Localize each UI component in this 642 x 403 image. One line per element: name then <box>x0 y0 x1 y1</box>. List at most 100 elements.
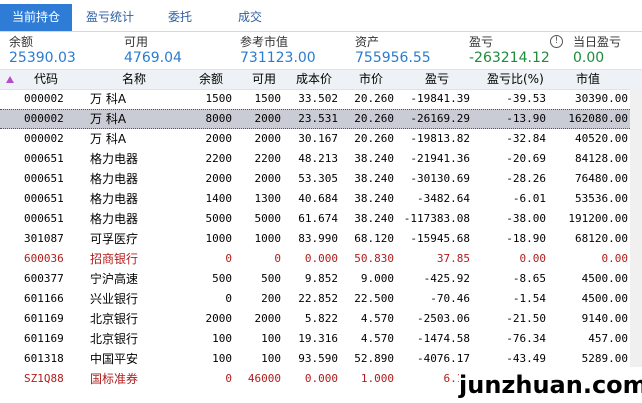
cell-profit-loss-ratio: -76.34 <box>506 332 546 345</box>
table-row[interactable]: 301087 可孚医疗 1000 1000 83.990 68.120 -15945.68 -… <box>0 229 642 249</box>
summary-balance: 余额 25390.03 <box>9 34 76 66</box>
cell-market-value: 40520.00 <box>575 132 628 145</box>
column-header-market-price[interactable]: 市价 <box>359 70 383 89</box>
cell-available: 500 <box>261 272 281 285</box>
cell-available: 0 <box>274 252 281 265</box>
cell-code: 000002 <box>24 112 64 125</box>
table-row[interactable]: 000651 格力电器 1400 1300 40.684 38.240 -3482.64 -6… <box>0 189 642 209</box>
summary-daily-profit-loss: 当日盈亏 0.00 <box>573 34 621 66</box>
cell-name: 格力电器 <box>90 172 139 186</box>
table-row[interactable]: 000651 格力电器 5000 5000 61.674 38.240 -117383.08… <box>0 209 642 229</box>
cell-cost-price: 33.502 <box>298 92 338 105</box>
cell-available: 100 <box>261 352 281 365</box>
cell-market-value: 5289.00 <box>581 352 628 365</box>
cell-market-price: 68.120 <box>354 232 394 245</box>
table-row[interactable]: 000002 万 科A 1500 1500 33.502 20.260 -19841.39 -… <box>0 89 642 109</box>
tab-profit-loss-stats[interactable]: 盈亏统计 <box>78 6 142 29</box>
table-row[interactable]: 000002 万 科A 8000 2000 23.531 20.260 -26169.29 -… <box>0 109 642 129</box>
table-row[interactable]: 600377 宁沪高速 500 500 9.852 9.000 -425.92 -8.65 45… <box>0 269 642 289</box>
cell-profit-loss: -19813.82 <box>410 132 470 145</box>
cell-market-value: 84128.00 <box>575 152 628 165</box>
tab-bar: 当前持仓 盈亏统计 委托 成交 <box>0 0 642 32</box>
cell-cost-price: 22.852 <box>298 292 338 305</box>
column-header-code[interactable]: 代码 <box>34 70 58 89</box>
cell-balance: 1000 <box>205 232 233 245</box>
cell-available: 1000 <box>254 232 282 245</box>
cell-cost-price: 53.305 <box>298 172 338 185</box>
cell-profit-loss: -3482.64 <box>417 192 470 205</box>
cell-name: 万 科A <box>90 92 127 106</box>
table-row[interactable]: 601166 兴业银行 0 200 22.852 22.500 -70.46 -1.54 450… <box>0 289 642 309</box>
column-header-available[interactable]: 可用 <box>252 70 276 89</box>
cell-available: 2000 <box>254 172 282 185</box>
cell-profit-loss-ratio: -8.65 <box>512 272 546 285</box>
summary-label: 余额 <box>9 35 34 49</box>
cell-balance: 2000 <box>205 132 233 145</box>
table-row[interactable]: 601169 北京银行 2000 2000 5.822 4.570 -2503.06 -21.… <box>0 309 642 329</box>
table-row[interactable]: 000651 格力电器 2000 2000 53.305 38.240 -30130.69 -… <box>0 169 642 189</box>
summary-value: 0.00 <box>573 50 605 66</box>
cell-market-value: 4500.00 <box>581 292 628 305</box>
cell-name: 宁沪高速 <box>90 272 139 286</box>
cell-name: 可孚医疗 <box>90 232 139 246</box>
cell-code: 000651 <box>24 152 64 165</box>
column-header-name[interactable]: 名称 <box>122 70 146 89</box>
cell-market-price: 38.240 <box>354 192 394 205</box>
cell-cost-price: 48.213 <box>298 152 338 165</box>
sort-indicator-icon[interactable] <box>6 76 14 83</box>
cell-code: 600036 <box>24 252 64 265</box>
column-header-profit-loss-ratio[interactable]: 盈亏比(%) <box>487 70 544 89</box>
cell-market-price: 20.260 <box>354 132 394 145</box>
tab-current-positions[interactable]: 当前持仓 <box>0 4 72 31</box>
column-header-cost-price[interactable]: 成本价 <box>296 70 332 89</box>
table-row[interactable]: 000651 格力电器 2200 2200 48.213 38.240 -21941.36 -… <box>0 149 642 169</box>
cell-market-value: 191200.00 <box>568 212 628 225</box>
cell-market-price: 20.260 <box>354 112 394 125</box>
table-row[interactable]: 600036 招商银行 0 0 0.000 50.830 37.85 0.00 0.00 <box>0 249 642 269</box>
info-icon[interactable]: ! <box>550 35 563 48</box>
cell-profit-loss-ratio: -21.50 <box>506 312 546 325</box>
cell-market-value: 9140.00 <box>581 312 628 325</box>
cell-name: 北京银行 <box>90 312 139 326</box>
tab-trades[interactable]: 成交 <box>220 6 280 29</box>
scrollbar[interactable] <box>630 89 642 403</box>
cell-profit-loss-ratio: -32.84 <box>506 132 546 145</box>
cell-cost-price: 9.852 <box>304 272 338 285</box>
cell-balance: 0 <box>225 252 232 265</box>
column-header-market-value[interactable]: 市值 <box>576 70 600 89</box>
table-row[interactable]: 000002 万 科A 2000 2000 30.167 20.260 -19813.82 -… <box>0 129 642 149</box>
account-summary: 余额 25390.03 可用 4769.04 参考市值 731123.00 资产… <box>0 32 642 68</box>
cell-market-price: 38.240 <box>354 212 394 225</box>
summary-value: -263214.12 <box>469 50 550 66</box>
cell-cost-price: 23.531 <box>298 112 338 125</box>
cell-name: 格力电器 <box>90 152 139 166</box>
summary-value: 25390.03 <box>9 50 76 66</box>
cell-market-value: 0.00 <box>601 252 629 265</box>
cell-profit-loss: -4076.17 <box>417 352 470 365</box>
cell-cost-price: 83.990 <box>298 232 338 245</box>
column-header-profit-loss[interactable]: 盈亏 <box>425 70 449 89</box>
tab-orders[interactable]: 委托 <box>150 6 210 29</box>
cell-market-price: 4.570 <box>360 312 394 325</box>
cell-profit-loss-ratio: -13.90 <box>506 112 546 125</box>
cell-available: 100 <box>261 332 281 345</box>
column-header-balance[interactable]: 余额 <box>199 70 223 89</box>
cell-name: 格力电器 <box>90 192 139 206</box>
cell-available: 200 <box>261 292 281 305</box>
table-row[interactable]: 601318 中国平安 100 100 93.590 52.890 -4076.17 -43.… <box>0 349 642 369</box>
cell-profit-loss: 37.85 <box>436 252 470 265</box>
table-header: 代码 名称 余额 可用 成本价 市价 盈亏 盈亏比(%) 市值 <box>0 69 642 90</box>
cell-available: 5000 <box>254 212 282 225</box>
cell-balance: 500 <box>212 272 232 285</box>
cell-code: 601318 <box>24 352 64 365</box>
summary-available: 可用 4769.04 <box>124 34 182 66</box>
table-row[interactable]: 601169 北京银行 100 100 19.316 4.570 -1474.58 -76.3… <box>0 329 642 349</box>
cell-market-value: 76480.00 <box>575 172 628 185</box>
cell-profit-loss: -15945.68 <box>410 232 470 245</box>
summary-label: 资产 <box>355 35 380 49</box>
cell-market-price: 38.240 <box>354 152 394 165</box>
cell-profit-loss-ratio: -43.49 <box>506 352 546 365</box>
cell-balance: 1500 <box>205 92 233 105</box>
cell-balance: 5000 <box>205 212 233 225</box>
summary-assets: 资产 755956.55 <box>355 34 431 66</box>
